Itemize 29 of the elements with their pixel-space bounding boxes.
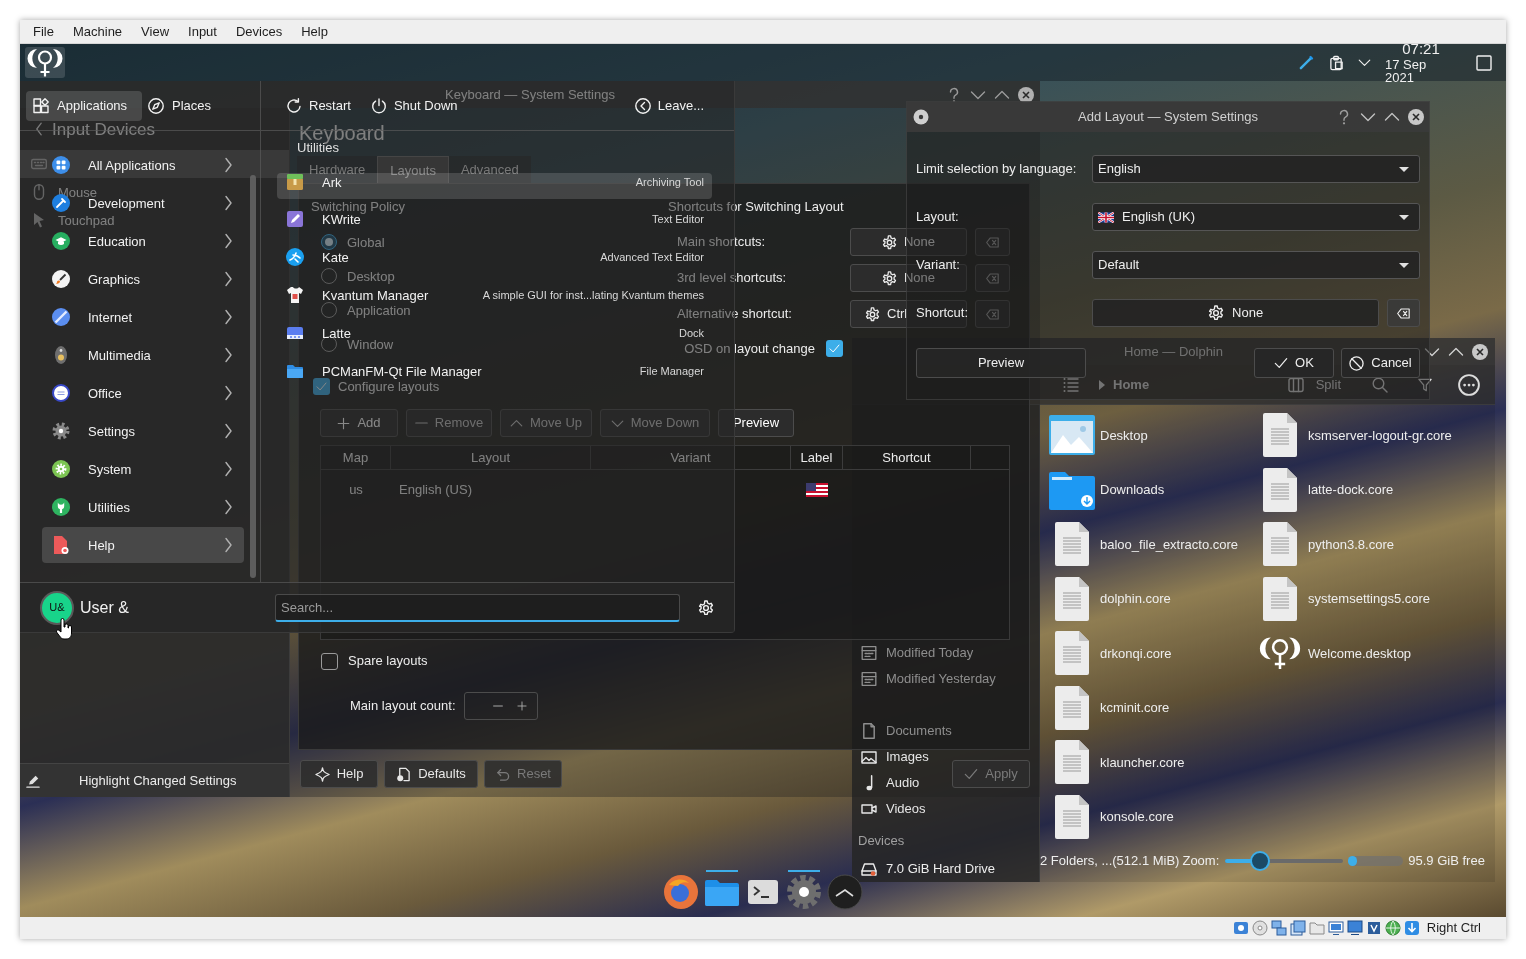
section-title: Shortcuts for Switching Layout: [668, 199, 844, 213]
status-text: 2 Folders, ...(512.1 MiB): [1040, 852, 1180, 871]
section-header: Devices: [858, 831, 905, 850]
option-label: Application: [347, 303, 411, 317]
option-label: Desktop: [347, 269, 395, 283]
window-title: Home — Dolphin: [1123, 342, 1224, 361]
table-cell-text: us: [349, 481, 363, 500]
window-title: Add Layout — System Settings: [1077, 108, 1259, 127]
field-label: Limit selection by language:: [916, 161, 1077, 177]
option-label: Spare layouts: [348, 652, 428, 671]
free-space-label: 95.9 GiB free: [1408, 852, 1485, 871]
option-label: Global: [347, 235, 385, 249]
page-title: Keyboard: [299, 123, 385, 143]
field-label: Alternative shortcut:: [677, 306, 792, 322]
section-title: Switching Policy: [311, 199, 405, 213]
table-cell: English (US): [399, 482, 472, 498]
field-label: Main layout count:: [350, 697, 456, 716]
field-label: 3rd level shortcuts:: [677, 270, 787, 286]
field-label: Main shortcuts:: [677, 234, 766, 250]
option-label: Window: [347, 337, 394, 351]
user-name: User &: [80, 597, 129, 618]
field-label: Layout:: [916, 209, 959, 225]
window-title: Keyboard — System Settings: [445, 88, 615, 101]
sidebar-header: Input Devices: [52, 120, 155, 138]
option-label: OSD on layout change: [684, 341, 815, 355]
zoom-label: Zoom:: [1182, 852, 1220, 871]
field-label: Shortcut:: [916, 305, 969, 321]
option-label: Configure layouts: [338, 379, 440, 393]
host-key-label: Right Ctrl: [1426, 919, 1481, 938]
